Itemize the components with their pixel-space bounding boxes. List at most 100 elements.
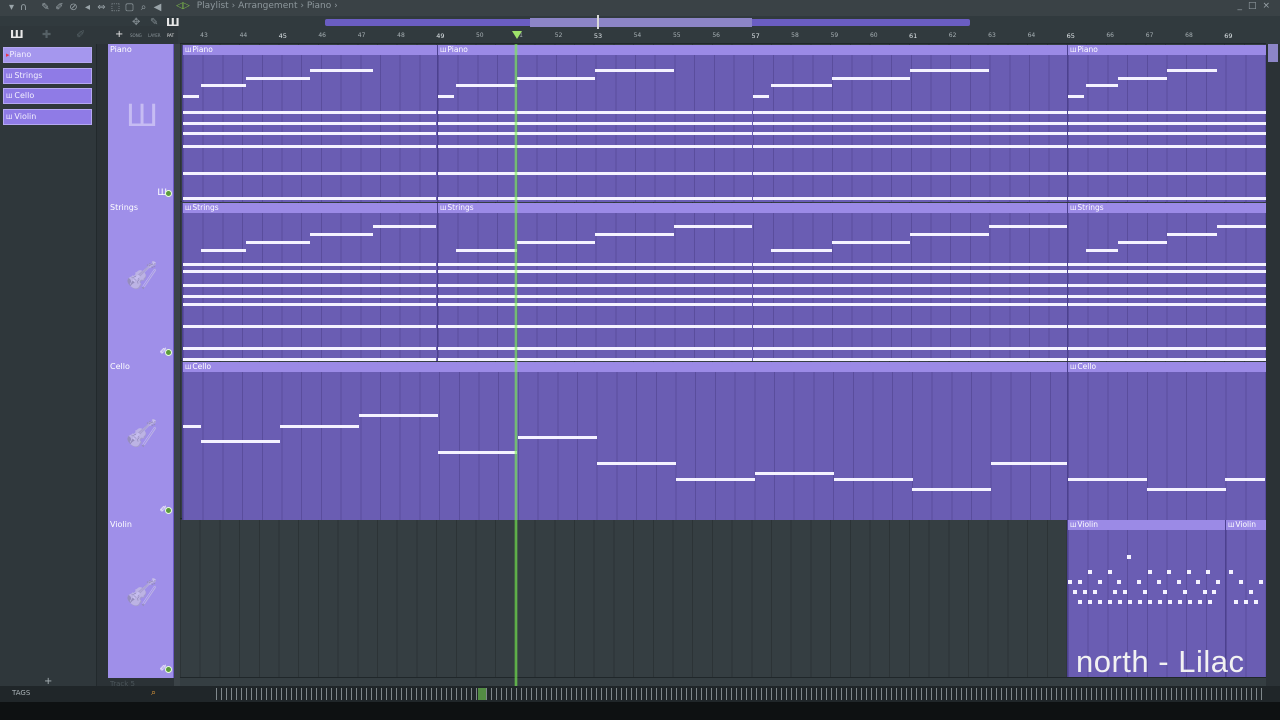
- track-mute-led[interactable]: [165, 349, 172, 356]
- timeline-ruler[interactable]: 43 44 45 46 47 48 49 50 51 52 53 54 55 56 57 58 59 60 61 62…: [180, 30, 1266, 44]
- track-mute-led[interactable]: [165, 666, 172, 673]
- clip-header[interactable]: ШPiano: [438, 45, 1067, 55]
- ruler-bar-60: 60: [869, 32, 878, 39]
- note: [438, 197, 752, 200]
- note: [753, 284, 1067, 287]
- clip-header[interactable]: ШStrings: [438, 203, 1067, 213]
- overview-playhead: [478, 688, 486, 700]
- ruler-bar-66: 66: [1106, 32, 1115, 39]
- ruler-bar-53: 53: [593, 32, 603, 40]
- clip-strings[interactable]: ШStrings: [182, 203, 437, 361]
- note: [595, 69, 674, 72]
- note: [1068, 132, 1266, 135]
- pattern-item-cello[interactable]: Ш Cello: [3, 88, 92, 105]
- clip-piano[interactable]: ШPiano: [437, 45, 1067, 202]
- tags-label[interactable]: TAGS: [12, 689, 30, 697]
- track-name[interactable]: Cello: [110, 362, 130, 371]
- pattern-item-piano[interactable]: ▸Piano: [3, 47, 92, 63]
- select-icon[interactable]: ⬚: [110, 2, 121, 13]
- title-bar: ▾ ∩ ✎ ✐ ⊘ ◂ ⇔ ⬚ ▢ ⌕ ◀ ◁▷ Playlist › Arra…: [0, 0, 1280, 17]
- playhead-marker-icon[interactable]: [512, 31, 522, 39]
- search-icon[interactable]: ⌕: [151, 688, 161, 698]
- track-mute-led[interactable]: [165, 190, 172, 197]
- add-icon[interactable]: ✚: [42, 28, 51, 41]
- mode-label-song[interactable]: SONG: [130, 33, 142, 38]
- track-header-cello[interactable]: Cello 🎻 ✐: [108, 361, 174, 519]
- clip-header[interactable]: ШStrings: [183, 203, 437, 213]
- window-controls: _□×: [1237, 1, 1276, 11]
- clip-header[interactable]: ШStrings: [1068, 203, 1266, 213]
- note: [280, 425, 359, 428]
- clip-strings[interactable]: ШStrings: [437, 203, 1067, 361]
- pattern-item-label: Strings: [14, 70, 43, 80]
- note: [438, 263, 752, 266]
- note: [1198, 600, 1202, 604]
- mute-icon[interactable]: ⊘: [68, 2, 79, 13]
- clip-header[interactable]: ШCello: [1068, 362, 1266, 372]
- clip-cello[interactable]: ШCello: [182, 362, 1070, 520]
- note: [1163, 590, 1167, 594]
- select-box-icon[interactable]: ▢: [124, 2, 135, 13]
- vertical-scrollbar-thumb[interactable]: [1268, 44, 1278, 62]
- clip-header[interactable]: ШPiano: [1068, 45, 1266, 55]
- pattern-item-strings[interactable]: Ш Strings: [3, 67, 92, 84]
- note: [753, 197, 1067, 200]
- track-header-strings[interactable]: Strings 🎻 ✐: [108, 202, 174, 361]
- playlist-lanes[interactable]: ШPiano ШPiano ШPiano ШStrings ШStrings ШStrin…: [180, 44, 1266, 686]
- note: [755, 472, 834, 475]
- magnet-icon[interactable]: ∩: [18, 2, 29, 13]
- brush-icon[interactable]: ✐: [54, 2, 65, 13]
- breadcrumb-pattern[interactable]: Piano: [307, 1, 331, 11]
- playback-icon[interactable]: ◀: [152, 2, 163, 13]
- pencil-icon[interactable]: ✎: [40, 2, 51, 13]
- ruler-bar-64: 64: [1027, 32, 1036, 39]
- minimize-button[interactable]: _: [1237, 1, 1248, 11]
- track-name[interactable]: Piano: [110, 45, 132, 54]
- slip-icon[interactable]: ◂: [82, 2, 93, 13]
- track-header-piano[interactable]: Piano Ш Ш: [108, 44, 174, 202]
- scrollbar-grip[interactable]: [597, 15, 599, 29]
- track-name[interactable]: Violin: [110, 520, 132, 529]
- breadcrumb-playlist[interactable]: Playlist: [197, 1, 229, 11]
- clip-cello[interactable]: ШCello: [1067, 362, 1266, 520]
- clip-label: Strings: [447, 203, 474, 212]
- song-overview[interactable]: [216, 688, 1264, 700]
- add-track-bottom-icon[interactable]: +: [44, 676, 52, 687]
- clip-label: Violin: [1235, 520, 1256, 529]
- ruler-bar-63: 63: [988, 32, 996, 39]
- menu-arrow-icon[interactable]: ▾: [6, 2, 17, 13]
- clip-piano[interactable]: ШPiano: [1067, 45, 1266, 202]
- playhead-line: [514, 44, 518, 686]
- clip-header[interactable]: ШPiano: [183, 45, 437, 55]
- pattern-item-violin[interactable]: Ш Violin: [3, 109, 92, 126]
- note: [753, 270, 1067, 273]
- clip-piano[interactable]: ШPiano: [182, 45, 437, 202]
- arrangement-arrow-icon[interactable]: ◁▷: [176, 1, 190, 11]
- mode-label-layer[interactable]: LAYER: [148, 33, 161, 38]
- track-name[interactable]: Strings: [110, 203, 138, 212]
- zoom-icon[interactable]: ⌕: [138, 2, 149, 13]
- note: [1068, 122, 1266, 125]
- brush-icon[interactable]: ✐: [76, 28, 85, 41]
- track-mute-led[interactable]: [165, 507, 172, 514]
- close-button[interactable]: ×: [1262, 1, 1276, 11]
- breadcrumb-arrangement[interactable]: Arrangement: [238, 1, 297, 11]
- clip-header[interactable]: ШCello: [183, 362, 1067, 372]
- note: [438, 132, 752, 135]
- note: [1068, 145, 1266, 148]
- scrollbar-thumb[interactable]: [530, 18, 752, 27]
- horizontal-scrollbar[interactable]: [325, 15, 970, 29]
- maximize-button[interactable]: □: [1248, 1, 1263, 11]
- slice-icon[interactable]: ⇔: [96, 2, 107, 13]
- note: [1068, 95, 1084, 98]
- note: [1225, 478, 1265, 481]
- track-header-violin[interactable]: Violin 🎻 ✐: [108, 519, 174, 678]
- add-track-icon[interactable]: +: [115, 29, 123, 40]
- clip-strings[interactable]: ШStrings: [1067, 203, 1266, 361]
- mode-label-pat[interactable]: PAT: [167, 33, 174, 38]
- piano-roll-icon[interactable]: Ш: [10, 28, 24, 41]
- clip-label: Piano: [192, 45, 213, 54]
- clip-header[interactable]: ШViolin: [1068, 520, 1225, 530]
- clip-header[interactable]: ШViolin: [1226, 520, 1266, 530]
- vertical-scrollbar[interactable]: [1266, 44, 1280, 686]
